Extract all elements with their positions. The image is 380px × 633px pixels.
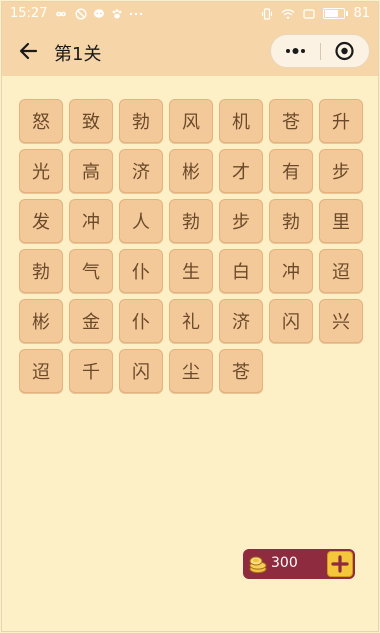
character-tile[interactable]: 风 — [169, 99, 213, 143]
character-tile[interactable]: 千 — [69, 349, 113, 393]
character-tile[interactable]: 冲 — [269, 249, 313, 293]
character-tile[interactable]: 勃 — [269, 199, 313, 243]
character-tile[interactable]: 彬 — [19, 299, 63, 343]
character-tile[interactable]: 济 — [119, 149, 163, 193]
character-tile[interactable]: 步 — [319, 149, 363, 193]
navbar: 第1关 — [2, 30, 378, 74]
page-title: 第1关 — [54, 44, 102, 65]
character-tile[interactable]: 生 — [169, 249, 213, 293]
clock-icon — [75, 7, 87, 20]
target-close-icon[interactable] — [320, 35, 369, 67]
character-tile[interactable]: 才 — [219, 149, 263, 193]
vibrate-icon — [262, 7, 273, 20]
character-tile[interactable]: 迢 — [19, 349, 63, 393]
character-tile[interactable]: 闪 — [119, 349, 163, 393]
back-arrow-icon[interactable] — [16, 38, 42, 64]
character-tile[interactable]: 人 — [119, 199, 163, 243]
character-tile[interactable]: 里 — [319, 199, 363, 243]
status-right: 81 — [261, 6, 370, 21]
status-time: 15:27 — [10, 6, 48, 21]
header: 15:27 81 第1关 — [2, 2, 378, 76]
character-tile[interactable]: 彬 — [169, 149, 213, 193]
character-tile[interactable]: 苍 — [219, 349, 263, 393]
character-tile[interactable]: 白 — [219, 249, 263, 293]
coin-stack-icon — [249, 556, 267, 574]
status-bar: 15:27 81 — [2, 2, 378, 26]
battery-fill — [325, 10, 339, 17]
character-tile[interactable]: 勃 — [119, 99, 163, 143]
character-tile[interactable]: 闪 — [269, 299, 313, 343]
character-tile[interactable]: 有 — [269, 149, 313, 193]
character-tile[interactable]: 仆 — [119, 249, 163, 293]
battery-percent: 81 — [353, 6, 370, 21]
character-tile[interactable]: 兴 — [319, 299, 363, 343]
character-tile[interactable]: 冲 — [69, 199, 113, 243]
character-tile[interactable]: 迢 — [319, 249, 363, 293]
coin-bar: 300 — [243, 549, 355, 579]
character-tile[interactable]: 发 — [19, 199, 63, 243]
character-tile[interactable]: 尘 — [169, 349, 213, 393]
character-tile[interactable]: 仆 — [119, 299, 163, 343]
plus-icon — [331, 555, 349, 573]
character-tile[interactable]: 苍 — [269, 99, 313, 143]
character-tile[interactable]: 致 — [69, 99, 113, 143]
wifi-icon — [281, 8, 295, 19]
character-tile[interactable]: 机 — [219, 99, 263, 143]
more-dots-icon — [130, 12, 143, 15]
more-dots-icon[interactable] — [271, 35, 320, 67]
character-tile[interactable]: 光 — [19, 149, 63, 193]
status-left: 15:27 — [10, 6, 143, 21]
coin-count: 300 — [271, 555, 298, 571]
character-tile[interactable]: 勃 — [19, 249, 63, 293]
add-coins-button[interactable] — [327, 551, 353, 577]
character-tile[interactable]: 礼 — [169, 299, 213, 343]
character-tile[interactable]: 金 — [69, 299, 113, 343]
character-tile[interactable]: 济 — [219, 299, 263, 343]
paw-icon — [113, 8, 122, 18]
character-tile[interactable]: 步 — [219, 199, 263, 243]
mini-program-capsule — [270, 34, 370, 68]
screen: 15:27 81 第1关 怒 致 勃 风 机 苍 升 光 高 济 彬 才 有 步… — [1, 1, 379, 632]
infinity-icon — [56, 11, 67, 16]
character-tile[interactable]: 升 — [319, 99, 363, 143]
chat-bubble-icon — [94, 8, 105, 18]
battery-icon — [323, 8, 349, 19]
screen-icon — [303, 8, 316, 19]
character-tile[interactable]: 勃 — [169, 199, 213, 243]
character-tile[interactable]: 高 — [69, 149, 113, 193]
character-tile[interactable]: 气 — [69, 249, 113, 293]
character-tile[interactable]: 怒 — [19, 99, 63, 143]
